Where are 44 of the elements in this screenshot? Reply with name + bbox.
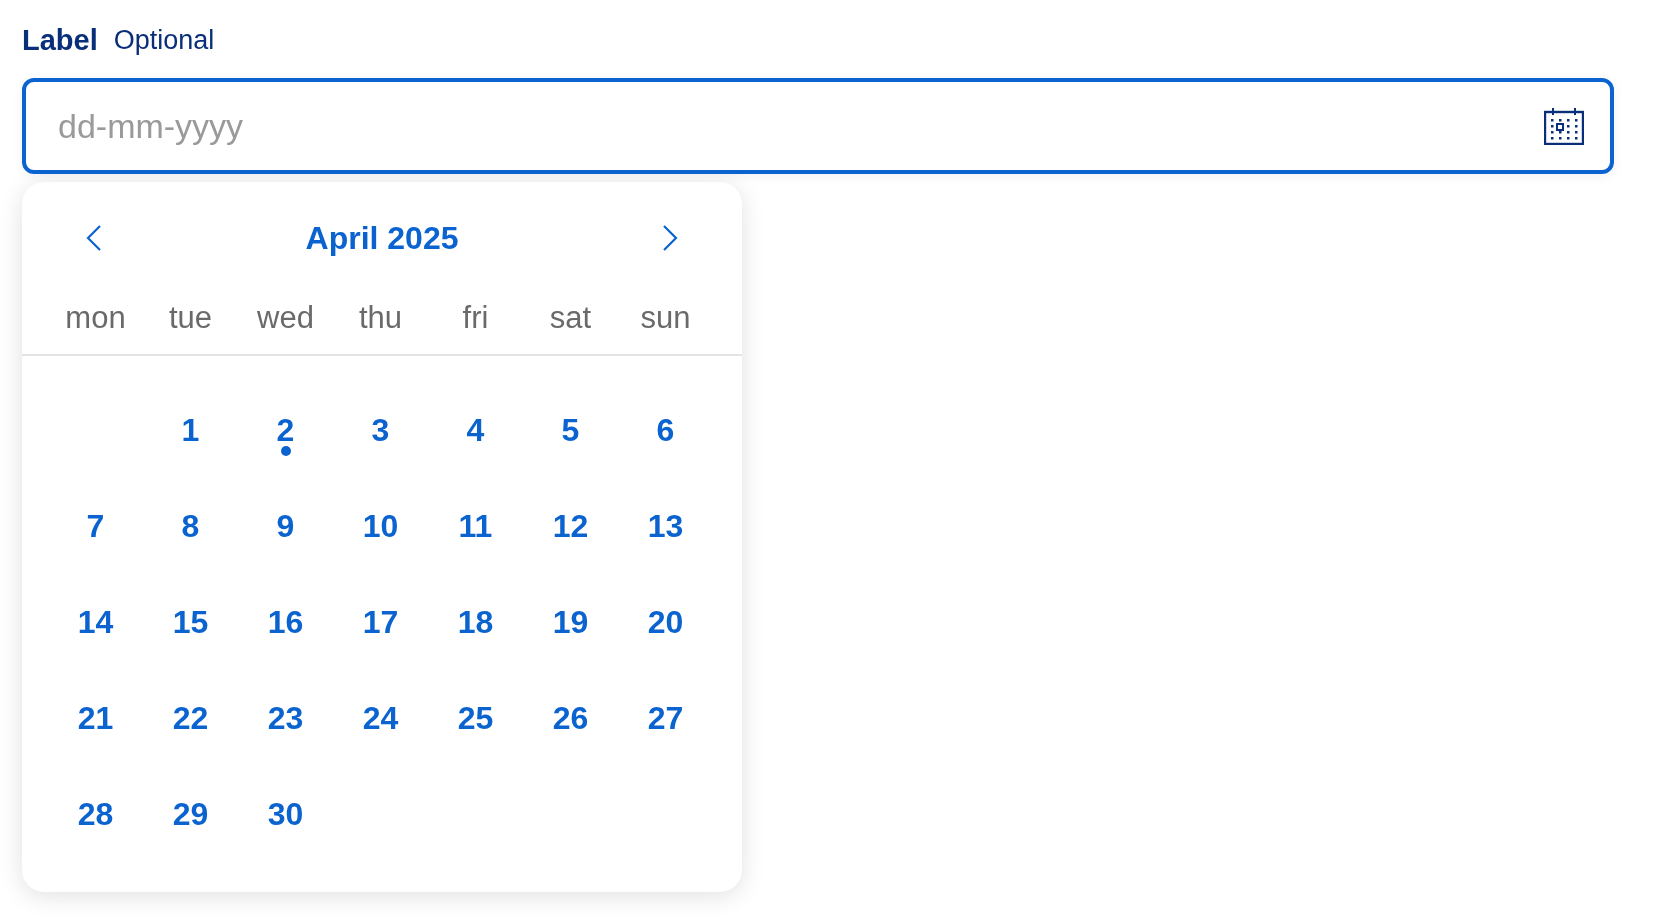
weekday-label: mon [65,300,126,336]
day-button[interactable]: 16 [261,599,310,645]
weekday-label: tue [168,300,213,336]
day-button[interactable]: 6 [650,407,681,453]
day-button[interactable]: 28 [71,791,120,837]
day-button[interactable]: 24 [356,695,405,741]
day-button[interactable]: 21 [71,695,120,741]
weekday-label: thu [358,300,403,336]
day-button[interactable]: 23 [261,695,310,741]
month-title: April 2025 [305,219,459,257]
chevron-left-icon [86,224,102,252]
day-button[interactable]: 8 [175,503,206,549]
day-button[interactable]: 26 [546,695,595,741]
day-button[interactable]: 30 [261,791,310,837]
day-button[interactable]: 3 [365,407,396,453]
weekday-label: wed [257,300,314,336]
day-button[interactable]: 19 [546,599,595,645]
day-button[interactable]: 2 [270,407,301,453]
calendar-icon[interactable] [1544,107,1584,145]
day-button[interactable]: 10 [356,503,405,549]
optional-hint: Optional [113,24,215,56]
day-button[interactable]: 9 [270,503,301,549]
day-button[interactable]: 1 [175,407,206,453]
day-button[interactable]: 20 [641,599,690,645]
day-button[interactable]: 27 [641,695,690,741]
day-button[interactable]: 18 [451,599,500,645]
day-button[interactable]: 12 [546,503,595,549]
day-button[interactable]: 4 [460,407,491,453]
weekday-label: sun [640,300,691,336]
day-button[interactable]: 29 [166,791,215,837]
weekday-label: sat [549,300,592,336]
day-button[interactable]: 13 [641,503,690,549]
weekday-label: fri [462,300,489,336]
day-button[interactable]: 17 [356,599,405,645]
date-input-field[interactable]: dd-mm-yyyy [22,78,1614,174]
day-button[interactable]: 11 [452,503,499,549]
day-button[interactable]: 15 [166,599,215,645]
day-button[interactable]: 25 [451,695,500,741]
field-label: Label [22,23,98,57]
chevron-right-icon [662,224,678,252]
day-button[interactable]: 7 [80,503,111,549]
day-button[interactable]: 22 [166,695,215,741]
day-button[interactable]: 5 [555,407,586,453]
day-button[interactable]: 14 [71,599,120,645]
